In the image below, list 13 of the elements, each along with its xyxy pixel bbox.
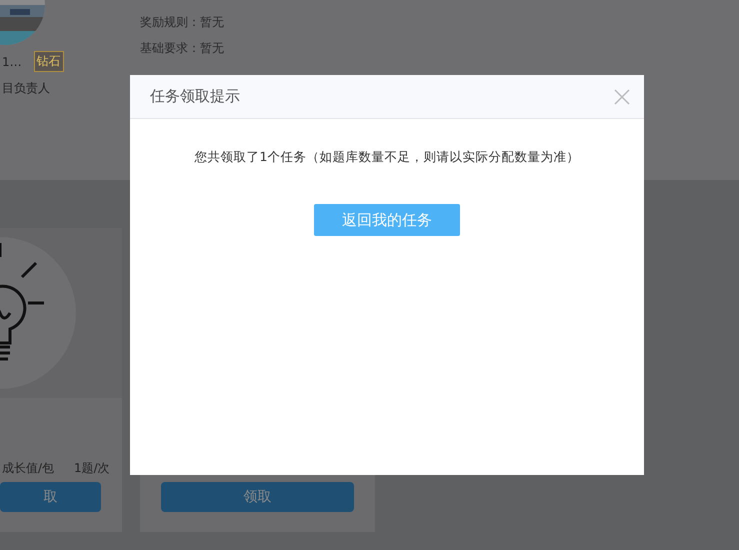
card-stat: 1题/次 (74, 460, 110, 477)
dialog-message: 您共领取了1个任务（如题库数量不足，则请以实际分配数量为准） (194, 149, 580, 166)
dialog-title: 任务领取提示 (150, 87, 240, 106)
claim-button[interactable]: 取 (0, 482, 101, 512)
close-icon[interactable] (614, 88, 630, 104)
level-badge: 钻石 (34, 51, 64, 72)
user-name: 1… (2, 54, 22, 68)
card-stat: 成长值/包 (2, 460, 54, 477)
return-button[interactable]: 返回我的任务 (314, 204, 460, 236)
user-role: 目负责人 (2, 80, 51, 97)
task-detail: 奖励规则：暂无 (140, 14, 224, 31)
claim-button[interactable]: 领取 (161, 482, 354, 512)
task-detail: 基础要求：暂无 (140, 40, 224, 57)
